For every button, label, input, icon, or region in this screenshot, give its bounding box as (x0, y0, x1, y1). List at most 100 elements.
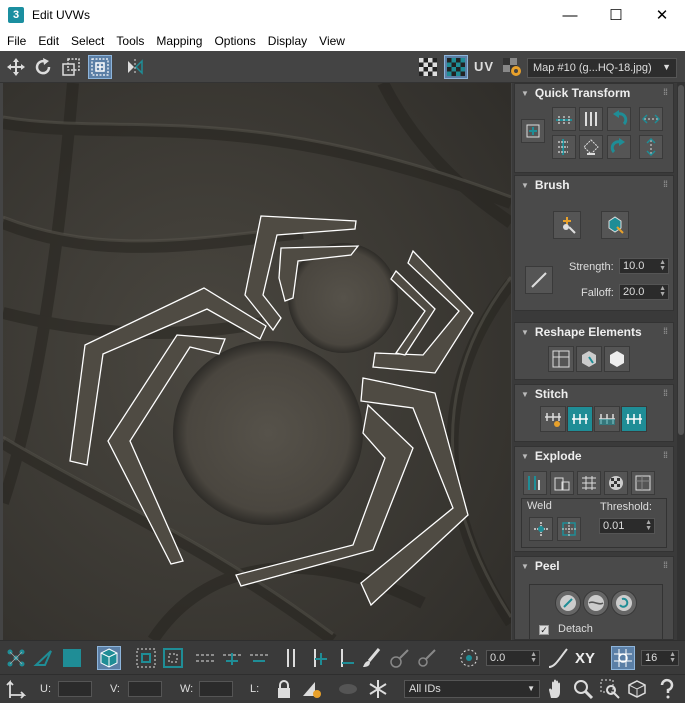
stitch-custom-icon[interactable] (540, 406, 566, 432)
relax-brush-icon[interactable] (601, 211, 629, 239)
grid-snap-icon[interactable] (611, 646, 635, 670)
peel-mode-icon[interactable] (583, 590, 609, 616)
menu-view[interactable]: View (313, 34, 351, 48)
face-mode-icon[interactable] (60, 646, 84, 670)
u-field[interactable] (58, 681, 92, 697)
stitch-to-target-icon[interactable] (567, 406, 593, 432)
scale-icon[interactable] (59, 55, 83, 79)
spinner-arrows-icon[interactable]: ▲ ▼ (659, 285, 666, 298)
straighten-selection-icon[interactable] (548, 346, 574, 372)
menu-file[interactable]: File (1, 34, 32, 48)
paint-move-icon[interactable] (553, 211, 581, 239)
spinner-arrows-icon[interactable]: ▲ ▼ (645, 519, 652, 532)
minimize-button[interactable]: — (547, 0, 593, 30)
drag-grip-icon[interactable]: ⁞⁞ (663, 179, 668, 189)
shrink-brush-icon[interactable] (415, 646, 439, 670)
menu-select[interactable]: Select (65, 34, 110, 48)
shrink-loop-icon[interactable] (333, 646, 357, 670)
menu-tools[interactable]: Tools (110, 34, 150, 48)
snowflake-icon[interactable] (366, 677, 390, 701)
enlarge-brush-icon[interactable] (388, 646, 412, 670)
grow-ring-icon[interactable] (220, 646, 244, 670)
scrollbar-thumb[interactable] (678, 85, 684, 435)
relax-polygon-icon[interactable] (604, 346, 630, 372)
align-vertical-icon[interactable] (552, 135, 576, 159)
shrink-ring-icon[interactable] (247, 646, 271, 670)
grow-selection-icon[interactable] (134, 646, 158, 670)
spinner-arrows-icon[interactable]: ▲ ▼ (659, 259, 666, 272)
drag-grip-icon[interactable]: ⁞⁞ (663, 87, 668, 97)
grid-size-spinner[interactable]: 16 ▲ ▼ (641, 650, 679, 666)
texture-settings-icon[interactable] (500, 55, 524, 79)
edge-mode-icon[interactable] (32, 646, 56, 670)
rollout-header-stitch[interactable]: ▼ Stitch ⁞⁞ (515, 385, 673, 403)
map-dropdown[interactable]: Map #10 (g...HQ-18.jpg) ▼ (527, 58, 677, 78)
rotate-icon[interactable] (31, 55, 55, 79)
brush-curve-icon[interactable] (525, 266, 553, 294)
show-map-icon[interactable] (444, 55, 468, 79)
grow-loop-icon[interactable] (306, 646, 330, 670)
explode-by-material-icon[interactable] (550, 471, 574, 495)
reset-peel-icon[interactable] (611, 590, 637, 616)
falloff-spinner[interactable]: 20.0 ▲ ▼ (619, 284, 669, 300)
weld-target-icon[interactable] (557, 517, 581, 541)
spinner-arrows-icon[interactable]: ▲ ▼ (530, 651, 537, 664)
paint-select-icon[interactable] (360, 646, 384, 670)
rollout-header-brush[interactable]: ▼ Brush ⁞⁞ (515, 176, 673, 194)
rollout-header-explode[interactable]: ▼ Explode ⁞⁞ (515, 447, 673, 465)
uv-viewport[interactable] (3, 83, 511, 640)
flip-horizontal-icon[interactable] (639, 107, 663, 131)
explode-checker-icon[interactable] (604, 471, 628, 495)
loop-selection-icon[interactable] (279, 646, 303, 670)
freeze-icon[interactable] (336, 677, 360, 701)
close-button[interactable]: ✕ (639, 0, 685, 30)
rotate-ccw-icon[interactable] (607, 107, 631, 131)
menu-edit[interactable]: Edit (32, 34, 65, 48)
soft-selection-icon[interactable] (457, 646, 481, 670)
lock-icon[interactable] (272, 677, 296, 701)
explode-by-polygon-icon[interactable] (577, 471, 601, 495)
rollout-header-quick-transform[interactable]: ▼ Quick Transform ⁞⁞ (515, 84, 673, 102)
angle-spinner[interactable]: 0.0 ▲ ▼ (486, 650, 540, 666)
zoom-region-icon[interactable] (598, 677, 622, 701)
explode-by-smoothing-icon[interactable] (523, 471, 547, 495)
xy-label[interactable]: XY (575, 650, 595, 667)
stitch-to-source-icon[interactable] (621, 406, 647, 432)
flip-vertical-icon[interactable] (639, 135, 663, 159)
menu-mapping[interactable]: Mapping (150, 34, 208, 48)
freeform-icon[interactable] (88, 55, 112, 79)
move-icon[interactable] (4, 55, 28, 79)
spinner-arrows-icon[interactable]: ▲ ▼ (669, 651, 676, 664)
align-horizontal-icon[interactable] (552, 107, 576, 131)
w-field[interactable] (199, 681, 233, 697)
pan-hand-icon[interactable] (544, 677, 568, 701)
v-field[interactable] (128, 681, 162, 697)
hide-icon[interactable] (300, 677, 324, 701)
help-icon[interactable] (655, 677, 679, 701)
falloff-curve-icon[interactable] (546, 646, 570, 670)
ring-selection-icon[interactable] (193, 646, 217, 670)
drag-grip-icon[interactable]: ⁞⁞ (663, 326, 668, 336)
space-vertical-icon[interactable] (579, 107, 603, 131)
id-filter-dropdown[interactable]: All IDs ▼ (404, 680, 540, 698)
detach-checkbox[interactable]: ✓ (539, 625, 549, 635)
drag-grip-icon[interactable]: ⁞⁞ (663, 560, 668, 570)
weld-selected-icon[interactable] (529, 517, 553, 541)
rotate-cw-icon[interactable] (607, 135, 631, 159)
rollout-header-peel[interactable]: ▼ Peel ⁞⁞ (515, 557, 673, 575)
stitch-average-icon[interactable] (594, 406, 620, 432)
shrink-selection-icon[interactable] (161, 646, 185, 670)
vertex-mode-icon[interactable] (4, 646, 28, 670)
element-mode-icon[interactable] (97, 646, 121, 670)
drag-grip-icon[interactable]: ⁞⁞ (663, 450, 668, 460)
rollout-header-reshape[interactable]: ▼ Reshape Elements ⁞⁞ (515, 323, 673, 341)
threshold-spinner[interactable]: 0.01 ▲ ▼ (599, 518, 655, 534)
zoom-extents-icon[interactable] (625, 677, 649, 701)
quick-peel-icon[interactable] (555, 590, 581, 616)
relax-icon[interactable] (576, 346, 602, 372)
mirror-icon[interactable] (123, 55, 147, 79)
strength-spinner[interactable]: 10.0 ▲ ▼ (619, 258, 669, 274)
align-center-icon[interactable] (521, 119, 545, 143)
coordinate-axis-icon[interactable] (4, 677, 28, 701)
menu-options[interactable]: Options (208, 34, 261, 48)
